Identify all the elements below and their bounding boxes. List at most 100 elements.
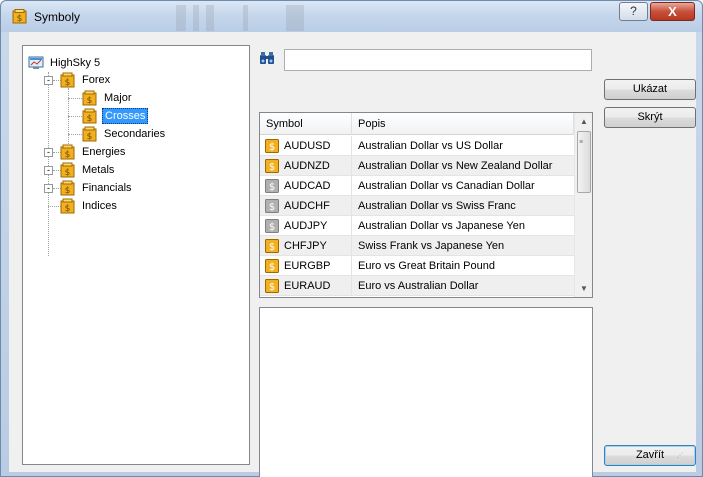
title-deco	[176, 5, 186, 31]
symbol-text: AUDCHF	[284, 199, 330, 212]
dollar-coin-icon: $	[265, 238, 279, 253]
tree-label: Indices	[82, 200, 117, 212]
svg-text:$: $	[87, 132, 93, 142]
tree-label: Secondaries	[104, 128, 166, 140]
scroll-up-arrow[interactable]: ▲	[575, 113, 592, 130]
svg-text:$: $	[65, 204, 71, 214]
symbol-cell: $ AUDNZD	[260, 155, 352, 176]
description-cell: Swiss Frank vs Japanese Yen	[358, 239, 505, 252]
dollar-coin-icon: $	[265, 258, 279, 273]
scroll-down-arrow[interactable]: ▼	[575, 280, 592, 297]
symbol-detail-panel	[259, 307, 593, 477]
description-cell: Euro vs Australian Dollar	[358, 279, 479, 292]
folder-dollar-icon: $	[82, 126, 97, 142]
table-row[interactable]: $ EURGBP Euro vs Great Britain Pound	[260, 255, 574, 276]
tree-item-indices[interactable]: $ Indices	[60, 197, 119, 215]
tree-line	[48, 72, 49, 256]
dollar-coin-disabled-icon: $	[265, 198, 279, 213]
dollar-coin-disabled-icon: $	[265, 218, 279, 233]
description-cell: Australian Dollar vs US Dollar	[358, 139, 503, 152]
forex-collapse-toggle[interactable]: -	[44, 76, 53, 85]
symbol-text: CHFJPY	[284, 239, 327, 252]
table-row[interactable]: $ EURAUD Euro vs Australian Dollar	[260, 275, 574, 296]
dialog-client: HighSky 5 - $ Forex $ Major $ Crosses $ …	[9, 32, 696, 477]
tree-item-energies[interactable]: $ Energies	[60, 143, 127, 161]
svg-text:$: $	[17, 14, 23, 24]
list-rows: $ AUDUSD Australian Dollar vs US Dollar $ AU…	[260, 135, 574, 296]
column-header-symbol[interactable]: Symbol	[260, 113, 352, 135]
table-row[interactable]: $ AUDJPY Australian Dollar vs Japanese Yen	[260, 215, 574, 236]
list-header: Symbol Popis	[260, 113, 574, 135]
metals-expand-toggle[interactable]: -	[44, 166, 53, 175]
symbols-app-icon: $	[12, 9, 27, 24]
tree-label-selected: Crosses	[102, 108, 149, 124]
svg-text:$: $	[269, 162, 275, 173]
description-cell: Australian Dollar vs Swiss Franc	[358, 199, 516, 212]
tree-item-financials[interactable]: $ Financials	[60, 179, 134, 197]
svg-text:$: $	[269, 182, 275, 193]
symbol-cell: $ CHFJPY	[260, 235, 352, 256]
vertical-scrollbar[interactable]: ▲ ≡ ▼	[574, 113, 592, 297]
title-deco	[193, 5, 199, 31]
description-cell: Australian Dollar vs Japanese Yen	[358, 219, 525, 232]
symbol-cell: $ AUDCAD	[260, 175, 352, 196]
title-deco	[206, 5, 214, 31]
tree-label: Forex	[82, 74, 111, 86]
symbol-cell: $ EURGBP	[260, 255, 352, 276]
scroll-grip-icon: ≡	[579, 139, 584, 146]
column-header-popis[interactable]: Popis	[352, 113, 574, 135]
hide-button[interactable]: Skrýt	[604, 107, 696, 128]
folder-dollar-icon: $	[82, 90, 97, 106]
window-title: Symboly	[34, 10, 81, 24]
description-cell: Australian Dollar vs New Zealand Dollar	[358, 159, 553, 172]
binoculars-icon[interactable]	[259, 51, 275, 65]
title-bar[interactable]: $ Symboly ? X	[1, 1, 702, 32]
table-row[interactable]: $ AUDCHF Australian Dollar vs Swiss Franc	[260, 195, 574, 216]
tree-label: Financials	[82, 182, 132, 194]
category-tree[interactable]: HighSky 5 - $ Forex $ Major $ Crosses $ …	[22, 45, 250, 465]
energies-expand-toggle[interactable]: -	[44, 148, 53, 157]
svg-text:$: $	[87, 96, 93, 106]
description-cell: Australian Dollar vs Canadian Dollar	[358, 179, 535, 192]
tree-item-major[interactable]: $ Major	[82, 89, 134, 107]
svg-text:$: $	[269, 142, 275, 153]
table-row[interactable]: $ AUDCAD Australian Dollar vs Canadian Dol…	[260, 175, 574, 196]
svg-text:$: $	[269, 242, 275, 253]
dialog-window: $ Symboly ? X HighSky 5 - $ Forex $ Majo…	[0, 0, 703, 477]
table-row[interactable]: $ AUDNZD Australian Dollar vs New Zealand …	[260, 155, 574, 176]
svg-text:$: $	[65, 150, 71, 160]
tree-label: Metals	[82, 164, 115, 176]
help-button[interactable]: ?	[619, 2, 648, 21]
description-cell: Euro vs Great Britain Pound	[358, 259, 495, 272]
folder-dollar-icon: $	[60, 198, 75, 214]
symbol-cell: $ AUDJPY	[260, 215, 352, 236]
computer-icon	[28, 56, 44, 69]
tree-label: Major	[104, 92, 132, 104]
dollar-coin-disabled-icon: $	[265, 178, 279, 193]
symbol-text: EURGBP	[284, 259, 331, 272]
search-input[interactable]	[284, 49, 592, 71]
resize-grip-icon[interactable]: ⋰	[677, 453, 687, 465]
tree-item-secondaries[interactable]: $ Secondaries	[82, 125, 167, 143]
svg-text:$: $	[87, 114, 93, 124]
show-button[interactable]: Ukázat	[604, 79, 696, 100]
financials-expand-toggle[interactable]: -	[44, 184, 53, 193]
symbol-cell: $ EURAUD	[260, 275, 352, 296]
symbol-text: AUDNZD	[284, 159, 330, 172]
svg-text:$: $	[65, 78, 71, 88]
symbol-text: EURAUD	[284, 279, 331, 292]
table-row[interactable]: $ CHFJPY Swiss Frank vs Japanese Yen	[260, 235, 574, 256]
close-window-button[interactable]: X	[650, 2, 695, 21]
tree-label: HighSky 5	[50, 57, 101, 69]
tree-root-highsky[interactable]: HighSky 5	[28, 54, 102, 72]
table-row[interactable]: $ AUDUSD Australian Dollar vs US Dollar	[260, 135, 574, 156]
tree-item-crosses[interactable]: $ Crosses	[82, 107, 149, 125]
tree-item-metals[interactable]: $ Metals	[60, 161, 116, 179]
symbol-cell: $ AUDCHF	[260, 195, 352, 216]
symbol-list[interactable]: Symbol Popis $ AUDUSD Australian Dollar vs…	[259, 112, 593, 298]
svg-text:$: $	[269, 262, 275, 273]
tree-item-forex[interactable]: $ Forex	[60, 71, 112, 89]
title-deco	[243, 5, 248, 31]
svg-text:$: $	[65, 186, 71, 196]
tree-label: Energies	[82, 146, 126, 158]
